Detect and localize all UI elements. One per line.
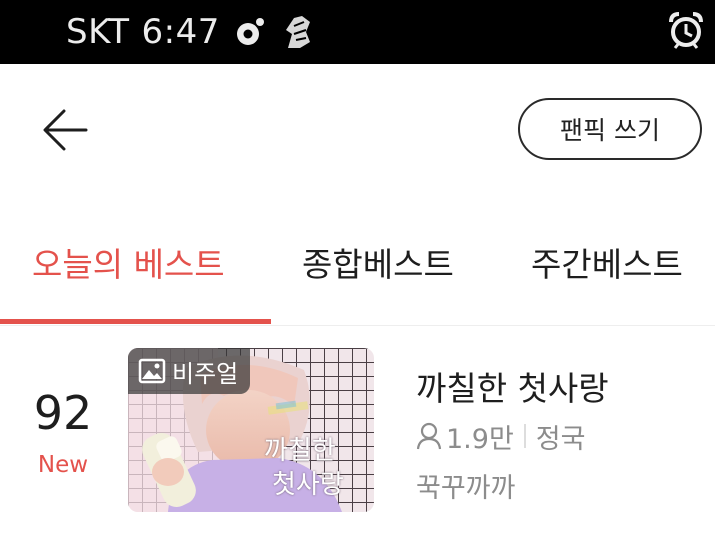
rank-number: 92: [33, 386, 93, 440]
visual-badge-label: 비주얼: [172, 359, 239, 388]
status-right: [667, 0, 715, 64]
back-button[interactable]: [38, 106, 92, 154]
game-char-icon: [280, 12, 316, 52]
header: 팬픽 쓰기: [0, 64, 715, 199]
arrow-left-icon: [43, 109, 88, 151]
status-bar: SKT 6:47: [0, 0, 715, 64]
clock: 6:47: [141, 12, 220, 52]
thumbnail[interactable]: 까칠한 첫사랑 비주얼: [128, 348, 374, 512]
meta-divider: [523, 424, 526, 448]
alarm-clock-icon: [667, 12, 715, 52]
character-tag: 정국: [535, 423, 586, 455]
tab-overall-best[interactable]: 종합베스트: [302, 238, 454, 286]
carrier-label: SKT: [66, 12, 130, 52]
view-count: 1.9만: [446, 423, 514, 455]
status-left: SKT 6:47: [66, 0, 316, 64]
author-name[interactable]: 꾹꾸까까: [416, 466, 515, 505]
tab-weekly-best[interactable]: 주간베스트: [531, 238, 683, 286]
fanfic-title[interactable]: 까칠한 첫사랑: [416, 362, 609, 410]
image-icon: [138, 358, 166, 384]
person-icon: [416, 422, 442, 450]
tab-bar: 오늘의 베스트 종합베스트 주간베스트: [0, 224, 715, 326]
notification-ring-icon: [232, 14, 268, 50]
visual-badge: 비주얼: [128, 348, 251, 394]
new-badge: New: [37, 452, 89, 478]
active-tab-indicator: [0, 319, 271, 324]
tab-today-best[interactable]: 오늘의 베스트: [32, 238, 225, 286]
write-fanfic-button[interactable]: 팬픽 쓰기: [518, 98, 702, 160]
thumbnail-overlay-text: 까칠한 첫사랑: [264, 434, 364, 502]
meta-row: 1.9만 정국: [416, 418, 586, 455]
overlay-line-1: 까칠한: [264, 436, 336, 466]
list-item[interactable]: 92 New 까칠한 첫사랑 비주얼 까칠한 첫사랑 1.9만 정국 꾹꾸까까: [0, 326, 715, 536]
overlay-line-2: 첫사랑: [272, 470, 344, 500]
